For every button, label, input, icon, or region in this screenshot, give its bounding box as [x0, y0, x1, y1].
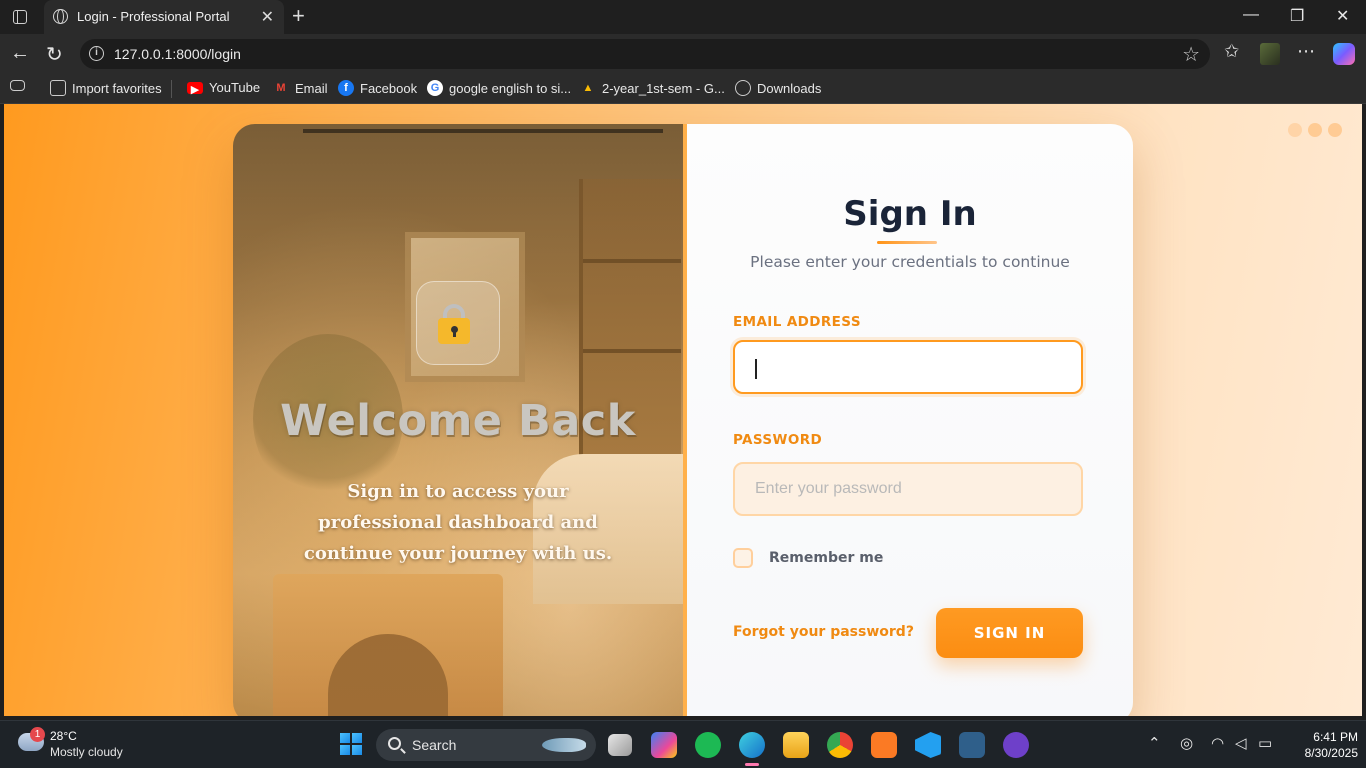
clock-date: 8/30/2025 — [1304, 746, 1358, 760]
battery-icon[interactable]: ▭ — [1258, 734, 1272, 752]
new-tab-button[interactable]: + — [292, 3, 305, 29]
bookmark-facebook[interactable]: f Facebook — [338, 80, 417, 96]
bookmark-google-translate[interactable]: G google english to si... — [427, 80, 571, 96]
system-clock[interactable]: 6:41 PM 8/30/2025 — [1290, 729, 1358, 761]
title-underline — [877, 241, 937, 244]
volume-icon[interactable]: ◁ — [1235, 734, 1247, 752]
bookmark-label: YouTube — [209, 80, 261, 95]
bookmark-separator — [171, 80, 172, 98]
more-options-icon[interactable]: ⋯ — [1297, 41, 1315, 62]
mysql-workbench-icon[interactable] — [959, 732, 985, 758]
bookmark-import-favorites[interactable]: Import favorites — [50, 80, 162, 96]
google-icon: G — [427, 80, 443, 96]
browser-tab[interactable]: Login - Professional Portal ✕ — [44, 0, 284, 34]
lock-icon — [416, 281, 500, 365]
reading-mode-icon[interactable] — [10, 80, 25, 91]
remember-label[interactable]: Remember me — [769, 550, 883, 566]
bookmark-label: Downloads — [757, 80, 822, 96]
decorative-dots — [1288, 123, 1342, 137]
bookmark-label: google english to si... — [449, 80, 572, 96]
chrome-icon[interactable] — [827, 732, 853, 758]
xampp-icon[interactable] — [871, 732, 897, 758]
email-label: EMAIL ADDRESS — [733, 314, 861, 330]
password-placeholder: Enter your password — [755, 480, 902, 497]
globe-icon — [53, 9, 68, 24]
favorite-star-icon[interactable]: ☆ — [1182, 42, 1200, 67]
bookmark-label: Facebook — [360, 80, 418, 96]
browser-tab-bar: Login - Professional Portal ✕ + — ❐ ✕ — [0, 0, 1366, 34]
bookmark-label: Import favorites — [72, 80, 162, 96]
back-arrow-icon[interactable]: ← — [10, 42, 30, 65]
welcome-subtitle: Sign in to access your professional dash… — [303, 481, 613, 564]
bookmark-youtube[interactable]: ▶ YouTube — [187, 80, 261, 96]
task-view-icon[interactable] — [608, 734, 632, 756]
bookmark-downloads[interactable]: Downloads — [735, 80, 821, 96]
remember-checkbox[interactable] — [733, 548, 753, 568]
site-info-icon[interactable]: i — [89, 46, 104, 61]
signin-subtitle: Please enter your credentials to continu… — [750, 253, 1070, 271]
address-bar[interactable]: i 127.0.0.1:8000/login ☆ — [80, 39, 1210, 69]
copilot-app-icon[interactable] — [651, 732, 677, 758]
edge-icon[interactable] — [739, 732, 765, 766]
signin-title: Sign In — [843, 194, 977, 234]
temperature[interactable]: 28°C — [50, 729, 77, 743]
search-label: Search — [412, 737, 457, 753]
restore-icon[interactable]: ❐ — [1290, 6, 1304, 26]
search-icon — [388, 737, 401, 750]
hero-panel: Welcome Back Sign in to access your prof… — [233, 124, 703, 716]
remember-me[interactable]: Remember me — [733, 548, 883, 568]
close-tab-icon[interactable]: ✕ — [261, 7, 274, 27]
password-field[interactable]: Enter your password — [733, 462, 1083, 516]
sync-icon[interactable]: ◎ — [1180, 734, 1193, 752]
bookmark-label: Email — [295, 80, 328, 96]
github-desktop-icon[interactable] — [1003, 732, 1029, 758]
email-field[interactable] — [733, 340, 1083, 394]
facebook-icon: f — [338, 80, 354, 96]
weather-condition[interactable]: Mostly cloudy — [50, 745, 123, 759]
url-text[interactable]: 127.0.0.1:8000/login — [114, 46, 241, 62]
text-caret — [755, 359, 757, 379]
minimize-icon[interactable]: — — [1243, 6, 1259, 24]
password-label: PASSWORD — [733, 432, 823, 448]
import-icon — [50, 80, 66, 96]
globe-icon — [735, 80, 751, 96]
tab-title: Login - Professional Portal — [77, 9, 230, 24]
login-card: Welcome Back Sign in to access your prof… — [233, 124, 1133, 716]
welcome-heading: Welcome Back — [280, 396, 636, 446]
bookmark-label: 2-year_1st-sem - G... — [602, 80, 725, 96]
signin-button[interactable]: SIGN IN — [936, 608, 1083, 658]
favorites-icon[interactable]: ✩ — [1224, 41, 1239, 62]
extension-icon[interactable] — [1260, 43, 1280, 65]
gmail-icon: M — [276, 82, 286, 94]
bookmark-drive[interactable]: ▲ 2-year_1st-sem - G... — [580, 80, 725, 96]
spotify-icon[interactable] — [695, 732, 721, 758]
taskbar-search[interactable]: Search — [376, 729, 596, 761]
refresh-icon[interactable]: ↻ — [46, 42, 63, 67]
drive-icon: ▲ — [582, 82, 594, 94]
notification-badge: 1 — [30, 727, 45, 742]
start-icon[interactable] — [340, 733, 362, 755]
clock-time: 6:41 PM — [1313, 730, 1358, 744]
window-close-icon[interactable]: ✕ — [1336, 6, 1349, 26]
search-highlight-icon — [542, 738, 586, 752]
browser-toolbar: ← ↻ i 127.0.0.1:8000/login ☆ ✩ ⋯ — [0, 34, 1366, 74]
bookmarks-bar: Import favorites ▶ YouTube M Email f Fac… — [0, 74, 1366, 104]
youtube-icon: ▶ — [187, 81, 203, 96]
file-explorer-icon[interactable] — [783, 732, 809, 758]
wifi-icon[interactable]: ◠ — [1211, 734, 1224, 752]
forgot-password-link[interactable]: Forgot your password? — [733, 624, 914, 640]
show-hidden-icons-icon[interactable]: ⌃ — [1148, 734, 1161, 752]
vscode-icon[interactable] — [915, 732, 941, 758]
windows-taskbar: 1 28°C Mostly cloudy Search ⌃ ◎ ◠ ◁ ▭ 6:… — [0, 720, 1366, 768]
bookmark-email[interactable]: M Email — [273, 80, 328, 96]
page-viewport: Welcome Back Sign in to access your prof… — [4, 104, 1362, 716]
tab-actions-icon[interactable] — [8, 6, 32, 28]
copilot-icon[interactable] — [1333, 43, 1355, 65]
signin-form: Sign In Please enter your credentials to… — [687, 124, 1133, 716]
